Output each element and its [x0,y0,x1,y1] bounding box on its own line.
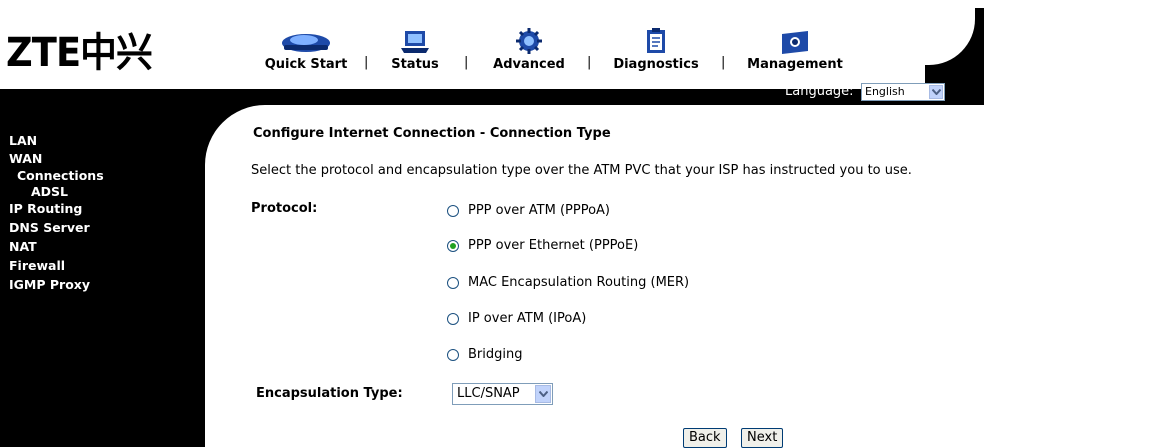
quick-start-icon [282,34,330,52]
sidebar-item-ip-routing[interactable]: IP Routing [9,199,104,218]
language-select[interactable]: English [861,83,945,101]
protocol-option-ipoa[interactable]: IP over ATM (IPoA) [447,311,586,326]
sidebar-item-dns-server[interactable]: DNS Server [9,218,104,237]
nav-diagnostics[interactable]: Diagnostics [604,10,708,72]
back-button[interactable]: Back [683,428,727,448]
next-button[interactable]: Next [741,428,784,448]
status-icon [401,31,429,53]
radio-button[interactable] [447,312,459,325]
encapsulation-select[interactable]: LLC/SNAP [452,383,553,405]
radio-button-selected[interactable] [447,239,459,252]
protocol-option-pppoa[interactable]: PPP over ATM (PPPoA) [447,203,610,218]
nav-quick-start[interactable]: Quick Start [254,10,358,72]
nav-advanced[interactable]: Advanced [479,10,579,72]
sidebar-item-igmp-proxy[interactable]: IGMP Proxy [9,275,104,294]
zte-logo: ZTE中兴 [6,30,153,76]
advanced-icon [516,28,542,54]
sidebar-item-lan[interactable]: LAN [9,131,104,150]
diagnostics-icon [647,28,665,53]
sidebar-item-nat[interactable]: NAT [9,237,104,256]
nav-management[interactable]: Management [736,10,854,72]
sidebar-menu: LAN WAN Connections ADSL IP Routing DNS … [9,131,104,294]
page-description: Select the protocol and encapsulation ty… [251,163,912,178]
radio-button[interactable] [447,204,459,217]
sidebar-item-connections[interactable]: Connections [9,167,104,184]
protocol-option-mer[interactable]: MAC Encapsulation Routing (MER) [447,275,689,290]
radio-button[interactable] [447,348,459,361]
language-label: Language: [785,84,854,99]
radio-button[interactable] [447,276,459,289]
encapsulation-label: Encapsulation Type: [256,386,403,401]
sidebar-item-firewall[interactable]: Firewall [9,256,104,275]
nav-status[interactable]: Status [382,10,448,72]
chevron-down-icon [929,85,943,99]
protocol-option-pppoe[interactable]: PPP over Ethernet (PPPoE) [447,238,638,253]
chevron-down-icon [535,385,551,403]
management-icon [782,31,808,54]
page-title: Configure Internet Connection - Connecti… [253,126,611,141]
sidebar-item-adsl[interactable]: ADSL [9,184,104,199]
protocol-option-bridging[interactable]: Bridging [447,347,522,362]
sidebar-item-wan[interactable]: WAN [9,150,104,167]
protocol-label: Protocol: [251,201,318,216]
